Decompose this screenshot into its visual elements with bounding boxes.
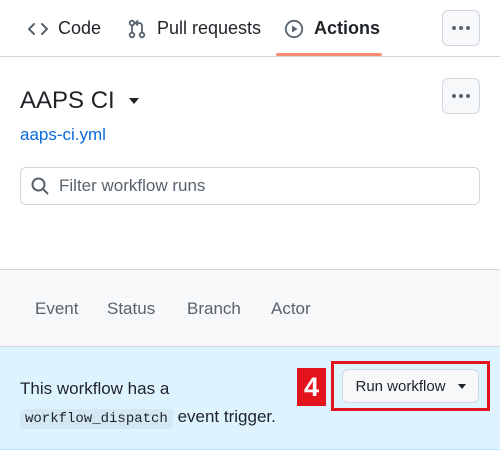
run-workflow-label: Run workflow [355, 377, 446, 395]
workflow-file-link[interactable]: aaps-ci.yml [20, 125, 106, 145]
git-pull-request-icon [128, 19, 146, 38]
filter-branch[interactable]: Branch [187, 299, 241, 319]
tab-actions-label: Actions [314, 18, 381, 38]
search-icon [31, 177, 49, 195]
banner-message: This workflow has a workflow_dispatch ev… [20, 375, 276, 433]
tab-pull-requests[interactable]: Pull requests [127, 0, 261, 57]
workflow-title-dropdown[interactable]: AAPS CI [20, 87, 139, 115]
tab-code-label: Code [58, 18, 102, 38]
caret-down-icon [128, 98, 139, 104]
kebab-horizontal-icon [452, 94, 470, 98]
tab-code[interactable]: Code [28, 0, 101, 57]
filter-event[interactable]: Event [35, 299, 78, 319]
code-icon [28, 22, 48, 35]
run-filters-bar: Event Status Branch Actor [0, 269, 500, 347]
kebab-horizontal-icon [452, 26, 470, 30]
caret-down-icon [457, 383, 466, 389]
filter-runs-field[interactable] [20, 167, 480, 205]
banner-text-after: event trigger. [177, 407, 276, 426]
banner-code: workflow_dispatch [20, 409, 173, 429]
play-icon [284, 19, 304, 38]
workflow-title: AAPS CI [20, 87, 115, 114]
selected-tab-indicator [276, 53, 382, 56]
step-number-badge: 4 [297, 368, 326, 406]
run-workflow-button[interactable]: Run workflow [342, 369, 479, 403]
filter-actor[interactable]: Actor [271, 299, 311, 319]
tab-pull-requests-label: Pull requests [157, 18, 262, 38]
filter-status[interactable]: Status [107, 299, 155, 319]
workflow-more-button[interactable] [442, 78, 480, 114]
banner-text-before: This workflow has a [20, 379, 170, 398]
tab-actions[interactable]: Actions [284, 0, 380, 57]
filter-runs-input[interactable] [59, 176, 459, 196]
nav-more-button[interactable] [442, 10, 480, 46]
repo-nav: Code Pull requests Actions [0, 0, 500, 57]
